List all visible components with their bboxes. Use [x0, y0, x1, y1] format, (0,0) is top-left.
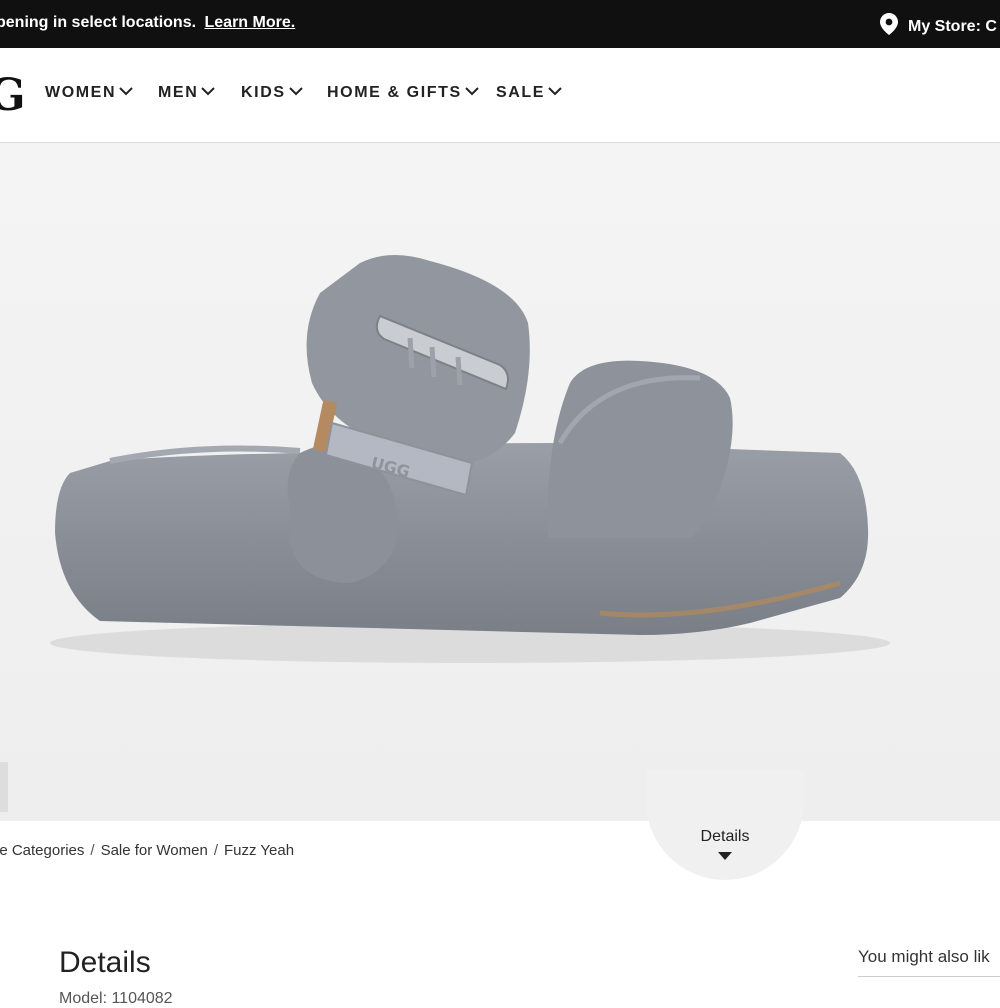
hero-scroll-edge: [0, 762, 8, 812]
breadcrumb-separator: /: [213, 842, 219, 859]
learn-more-link[interactable]: Learn More.: [205, 14, 296, 31]
main-nav: G WOMEN MEN KIDS HOME & GIFTS SALE: [0, 48, 1000, 143]
nav-kids-label: KIDS: [241, 84, 286, 101]
location-pin-icon: [880, 13, 898, 35]
product-hero-image[interactable]: UGG: [0, 143, 1000, 821]
details-tab-label: Details: [700, 828, 750, 845]
caret-down-icon: [718, 852, 732, 860]
nav-men-label: MEN: [158, 84, 199, 101]
breadcrumb-item[interactable]: Fuzz Yeah: [224, 842, 294, 859]
chevron-down-icon: [465, 87, 479, 96]
nav-sale-label: SALE: [496, 84, 546, 101]
breadcrumb-separator: /: [90, 842, 95, 859]
nav-women-label: WOMEN: [45, 84, 117, 101]
promo-bar: pening in select locations. Learn More. …: [0, 0, 1000, 48]
brand-logo[interactable]: G: [0, 70, 26, 121]
you-might-also-like-heading: You might also lik: [858, 947, 990, 966]
my-store-label: My Store: C: [908, 18, 997, 35]
breadcrumb: le Categories / Sale for Women / Fuzz Yeah: [0, 842, 294, 859]
chevron-down-icon: [119, 87, 133, 96]
nav-women[interactable]: WOMEN: [45, 84, 133, 102]
promo-text: pening in select locations.: [0, 14, 197, 31]
promo-message: pening in select locations. Learn More.: [0, 14, 295, 32]
chevron-down-icon: [201, 87, 216, 96]
nav-kids[interactable]: KIDS: [241, 84, 303, 102]
breadcrumb-item[interactable]: Sale for Women: [101, 842, 208, 859]
my-store[interactable]: My Store: C: [880, 13, 997, 36]
details-tab[interactable]: Details: [646, 770, 804, 880]
divider: [858, 976, 1000, 977]
chevron-down-icon: [548, 87, 562, 96]
nav-sale[interactable]: SALE: [496, 84, 562, 102]
breadcrumb-item[interactable]: le Categories: [0, 842, 84, 859]
product-image: UGG: [0, 143, 1000, 821]
model-number: Model: 1104082: [59, 990, 173, 1007]
chevron-down-icon: [288, 87, 303, 96]
nav-home-gifts[interactable]: HOME & GIFTS: [327, 84, 479, 102]
details-heading: Details: [59, 946, 151, 979]
nav-men[interactable]: MEN: [158, 84, 216, 102]
nav-home-gifts-label: HOME & GIFTS: [327, 84, 462, 101]
